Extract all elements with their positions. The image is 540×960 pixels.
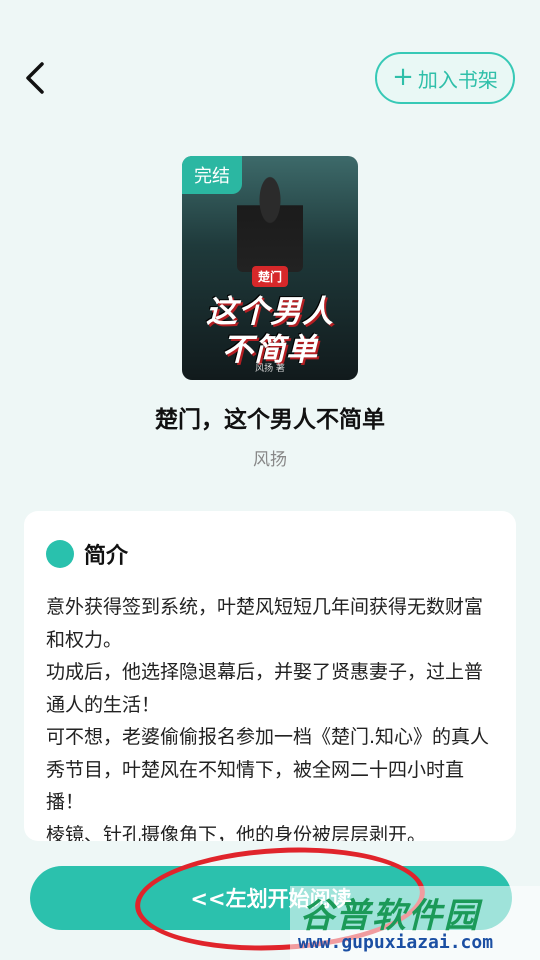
plus-icon: + — [392, 62, 414, 92]
intro-card: 简介 意外获得签到系统，叶楚风短短几年间获得无数财富和权力。 功成后，他选择隐退… — [24, 511, 516, 841]
book-cover: 完结 楚门 这个男人 不简单 风扬 著 — [182, 156, 358, 380]
chevron-left-icon — [26, 62, 44, 94]
intro-paragraph: 意外获得签到系统，叶楚风短短几年间获得无数财富和权力。 — [46, 596, 484, 651]
cover-series-tag: 楚门 — [252, 266, 289, 287]
watermark-url: www.gupuxiazai.com — [298, 932, 494, 953]
intro-paragraph: 功成后，他选择隐退幕后，并娶了贤惠妻子，过上普通人的生活！ — [46, 661, 484, 716]
back-button[interactable] — [20, 58, 56, 98]
add-to-shelf-label: 加入书架 — [417, 67, 498, 92]
book-author: 风扬 — [253, 450, 287, 470]
intro-label: 简介 — [84, 544, 129, 569]
intro-text[interactable]: 意外获得签到系统，叶楚风短短几年间获得无数财富和权力。 功成后，他选择隐退幕后，… — [46, 591, 498, 841]
book-title: 楚门，这个男人不简单 — [155, 407, 385, 433]
cover-author: 风扬 著 — [255, 364, 285, 374]
watermark: 谷普软件园 www.gupuxiazai.com — [290, 886, 540, 960]
watermark-logo: 谷普软件园 — [300, 896, 480, 936]
add-to-shelf-button[interactable]: + 加入书架 — [375, 52, 515, 104]
intro-paragraph: 棱镜、针孔摄像角下，他的身份被层层剥开。 — [46, 823, 427, 842]
intro-paragraph: 可不想，老婆偷偷报名参加一档《楚门.知心》的真人秀节目，叶楚风在不知情下，被全网… — [46, 726, 490, 813]
intro-dot-icon — [46, 540, 74, 568]
intro-header: 简介 — [46, 538, 128, 570]
cover-figure-illustration — [237, 176, 303, 272]
status-badge: 完结 — [182, 156, 242, 194]
